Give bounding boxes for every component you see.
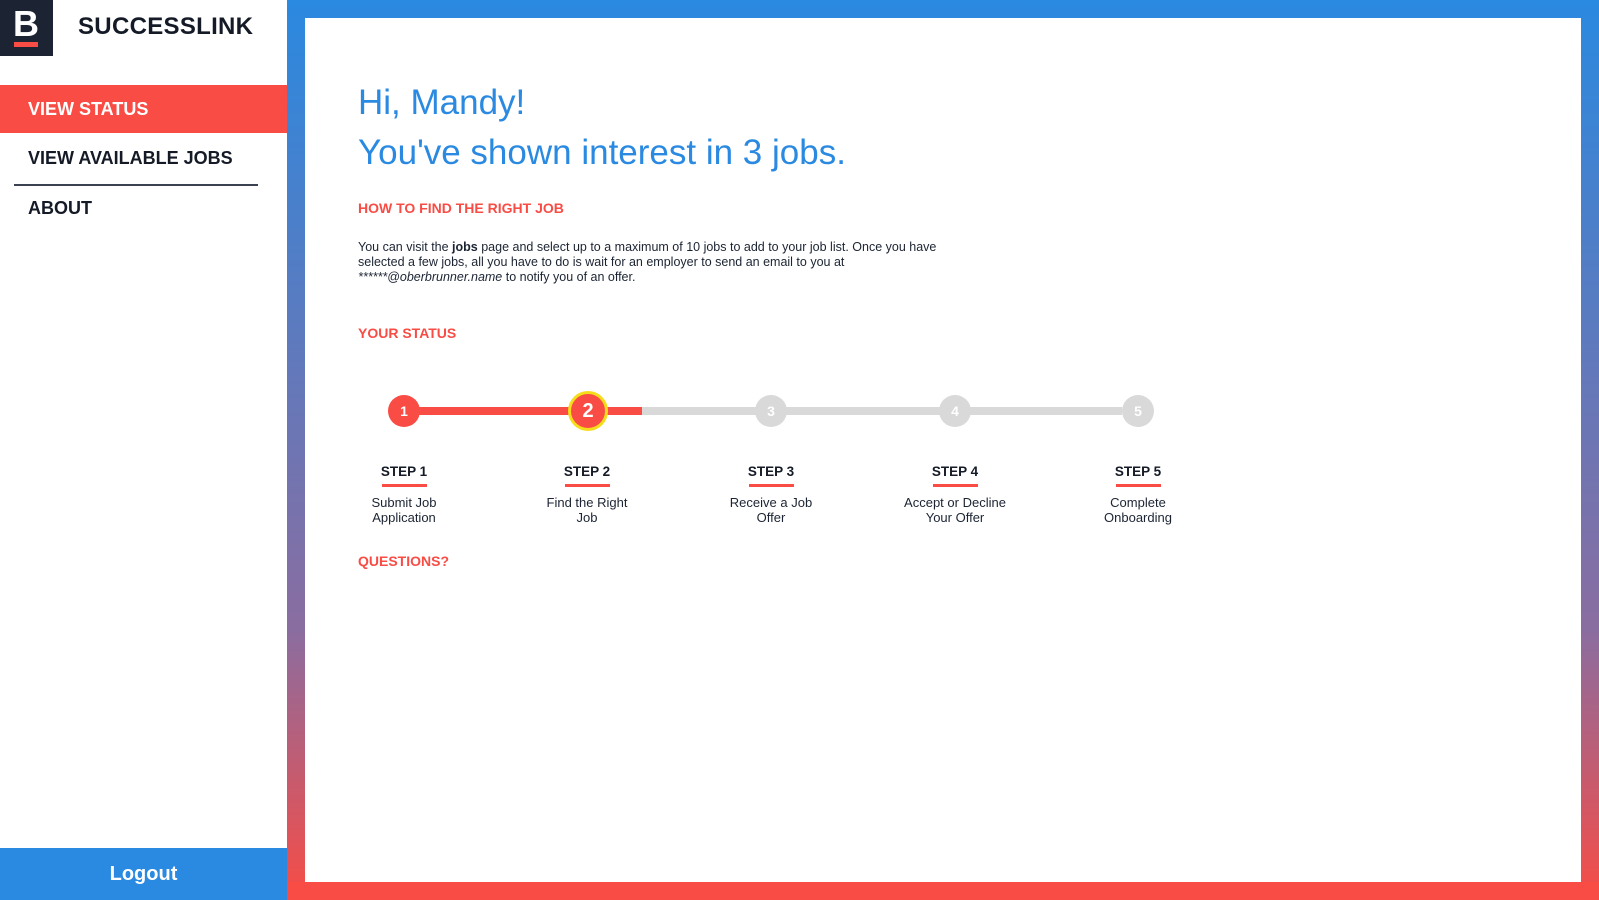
step-3-label: STEP 3 (747, 464, 795, 479)
brand-name: SUCCESSLINK (78, 13, 254, 40)
step-1-desc-line-2: Application (372, 510, 436, 525)
logo-letter: B (13, 3, 39, 44)
step-4-label: STEP 4 (931, 464, 979, 479)
step-2-desc-line-1: Find the Right (546, 495, 628, 510)
greeting-line-1: Hi, Mandy! (358, 83, 526, 122)
step-4-underline (933, 484, 978, 487)
step-4-marker: 4 (939, 395, 971, 427)
step-3-description: Receive a Job Offer (706, 495, 836, 525)
step-5-desc-line-1: Complete (1110, 495, 1166, 510)
nav-item-view-status[interactable]: VIEW STATUS (0, 85, 287, 133)
step-3-desc-line-2: Offer (756, 510, 786, 525)
step-4-desc-line-2: Your Offer (925, 510, 985, 525)
step-2-desc-line-2: Job (576, 510, 598, 525)
step-3-marker: 3 (755, 395, 787, 427)
step-2-description: Find the Right Job (522, 495, 652, 525)
step-1-description: Submit Job Application (339, 495, 469, 525)
step-2-underline (565, 484, 610, 487)
step-5-description: Complete Onboarding (1073, 495, 1203, 525)
step-5-underline (1116, 484, 1161, 487)
logout-button[interactable]: Logout (0, 848, 287, 900)
step-5-marker: 5 (1122, 395, 1154, 427)
main-frame: Hi, Mandy! You've shown interest in 3 jo… (287, 0, 1599, 900)
jobs-link-text[interactable]: jobs (452, 240, 478, 254)
step-2-marker-current: 2 (568, 391, 608, 431)
step-3-desc-line-1: Receive a Job (729, 495, 813, 510)
stepper-track-remaining (642, 407, 1122, 415)
nav-item-label: VIEW STATUS (28, 99, 149, 119)
greeting-line-2: You've shown interest in 3 jobs. (358, 133, 846, 172)
step-5-label: STEP 5 (1114, 464, 1162, 479)
logo-underline (14, 42, 38, 47)
step-1-desc-line-1: Submit Job (371, 495, 437, 510)
step-5-desc-line-2: Onboarding (1104, 510, 1172, 525)
step-1-label: STEP 1 (380, 464, 428, 479)
step-1-marker: 1 (388, 395, 420, 427)
frame-bottom-bar (287, 882, 1599, 900)
content-panel: Hi, Mandy! You've shown interest in 3 jo… (305, 18, 1581, 882)
how-to-paragraph: You can visit the jobs page and select u… (358, 240, 938, 285)
step-2-label: STEP 2 (563, 464, 611, 479)
status-title: YOUR STATUS (358, 325, 457, 341)
step-4-desc-line-1: Accept or Decline (904, 495, 1006, 510)
step-1-underline (382, 484, 427, 487)
nav-item-about[interactable]: ABOUT (0, 184, 287, 232)
how-to-text-part3: to notify you of an offer. (502, 270, 636, 284)
nav-item-label: VIEW AVAILABLE JOBS (28, 148, 233, 168)
step-3-underline (749, 484, 794, 487)
brand-header: B SUCCESSLINK (0, 0, 287, 56)
masked-email: ******@oberbrunner.name (358, 270, 503, 284)
nav-item-view-available-jobs[interactable]: VIEW AVAILABLE JOBS (0, 134, 287, 182)
how-to-title: HOW TO FIND THE RIGHT JOB (358, 200, 564, 216)
greeting: Hi, Mandy! You've shown interest in 3 jo… (358, 78, 846, 178)
how-to-text-part1: You can visit the (358, 240, 453, 254)
brand-logo[interactable]: B (0, 0, 53, 56)
step-4-description: Accept or Decline Your Offer (890, 495, 1020, 525)
sidebar: B SUCCESSLINK VIEW STATUS VIEW AVAILABLE… (0, 0, 287, 900)
questions-title: QUESTIONS? (358, 553, 450, 569)
nav-item-label: ABOUT (28, 198, 92, 218)
